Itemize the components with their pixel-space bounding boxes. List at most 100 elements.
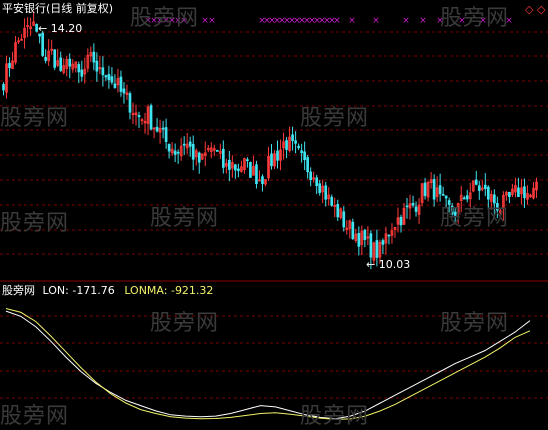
candle-body — [149, 105, 153, 130]
candle-body — [357, 233, 361, 247]
watermark: 股旁网 — [0, 211, 70, 236]
lon-value: -171.76 — [72, 284, 115, 297]
watermark: 股旁网 — [300, 106, 370, 131]
watermark: 股旁网 — [440, 206, 510, 231]
candle-body — [221, 148, 225, 168]
diamond-icon-2[interactable]: ◇ — [537, 3, 545, 16]
candle-body — [294, 140, 297, 144]
watermark: 股旁网 — [440, 311, 510, 336]
lonma-label: LONMA: — [124, 284, 168, 297]
candle-body — [215, 150, 219, 152]
candle-body — [2, 84, 5, 91]
candle-body — [249, 161, 252, 178]
candle-body — [285, 140, 288, 150]
candle-body — [465, 195, 469, 200]
candle-body — [291, 134, 294, 141]
high-arrow-icon: ← — [38, 22, 48, 35]
candle-body — [486, 186, 490, 200]
candle-body — [270, 153, 273, 167]
candle-body — [164, 127, 168, 142]
candle-body — [137, 115, 141, 118]
candle-body — [155, 126, 159, 132]
watermark: 股旁网 — [130, 6, 200, 31]
diamond-icon[interactable]: ◇ — [537, 3, 545, 16]
candle-body — [381, 240, 385, 245]
signal-marker: × — [402, 16, 410, 26]
candle-body — [297, 145, 300, 149]
candle-body — [188, 141, 192, 147]
candle-body — [414, 206, 418, 212]
candle-body — [523, 186, 526, 199]
candle-body — [474, 179, 478, 185]
watermark: 股旁网 — [0, 404, 70, 429]
diamond-icon[interactable]: ◇ — [525, 3, 533, 16]
candle-body — [477, 185, 481, 191]
candle-body — [423, 182, 427, 197]
candle-body — [8, 62, 11, 69]
candle-body — [336, 203, 340, 218]
candle-body — [167, 143, 171, 152]
candle-body — [441, 193, 445, 196]
candle-body — [101, 67, 105, 76]
candle-body — [53, 49, 57, 68]
candle-body — [363, 229, 367, 241]
watermark: 股旁网 — [150, 311, 220, 336]
candle-body — [309, 171, 312, 181]
candle-body — [128, 93, 132, 113]
candle-body — [246, 159, 249, 162]
stock-title: 平安银行(日线 前复权) — [2, 2, 114, 15]
candle-body — [95, 60, 99, 72]
candle-body — [173, 150, 177, 155]
candle-body — [387, 234, 391, 237]
candle-body — [483, 184, 487, 190]
candle-body — [176, 151, 180, 154]
candle-body — [113, 83, 117, 88]
candle-body — [228, 159, 231, 170]
candle-body — [92, 51, 96, 63]
candle-body — [44, 57, 47, 61]
candle-body — [261, 176, 264, 185]
candle-body — [351, 221, 355, 239]
indicator-header: 股旁网 LON: -171.76 LONMA: -921.32 — [2, 284, 213, 297]
diamond-icon-1[interactable]: ◇ — [525, 3, 533, 16]
candle-body — [375, 240, 379, 258]
low-arrow-icon: ← — [366, 258, 376, 271]
candle-body — [517, 187, 520, 197]
candle-body — [110, 76, 114, 83]
candle-body — [276, 150, 279, 161]
candle-body — [303, 151, 306, 161]
signal-marker: × — [348, 16, 356, 26]
candle-body — [462, 197, 466, 200]
watermark: 股旁网 — [150, 206, 220, 231]
candle-body — [59, 57, 63, 71]
candle-body — [255, 164, 258, 185]
candle-body — [318, 183, 322, 193]
low-price-label: ← 10.03 — [366, 258, 410, 271]
candle-body — [234, 164, 237, 171]
candle-body — [300, 150, 303, 154]
watermark: 股旁网 — [300, 404, 370, 429]
candle-body — [324, 185, 328, 200]
candle-body — [330, 196, 334, 206]
candle-body — [369, 233, 373, 258]
candle-body — [315, 177, 319, 186]
lon-label: LON: — [42, 284, 69, 297]
candle-body — [432, 179, 436, 200]
high-price-label: ← 14.20 — [38, 22, 82, 35]
candle-body — [119, 76, 123, 92]
candle-body — [104, 75, 108, 78]
candle-body — [41, 32, 44, 56]
signal-marker: × — [419, 16, 427, 26]
candle-body — [68, 58, 72, 67]
lonma-value: -921.32 — [170, 284, 214, 297]
candle-body — [438, 185, 442, 195]
candle-body — [508, 191, 511, 197]
candle-body — [411, 202, 415, 206]
candle-body — [399, 216, 403, 226]
signal-marker: × — [208, 16, 216, 26]
signal-marker: × — [372, 16, 380, 26]
candle-body — [197, 152, 201, 163]
candle-body — [122, 88, 126, 94]
candle-body — [107, 74, 111, 81]
candle-body — [405, 205, 409, 208]
